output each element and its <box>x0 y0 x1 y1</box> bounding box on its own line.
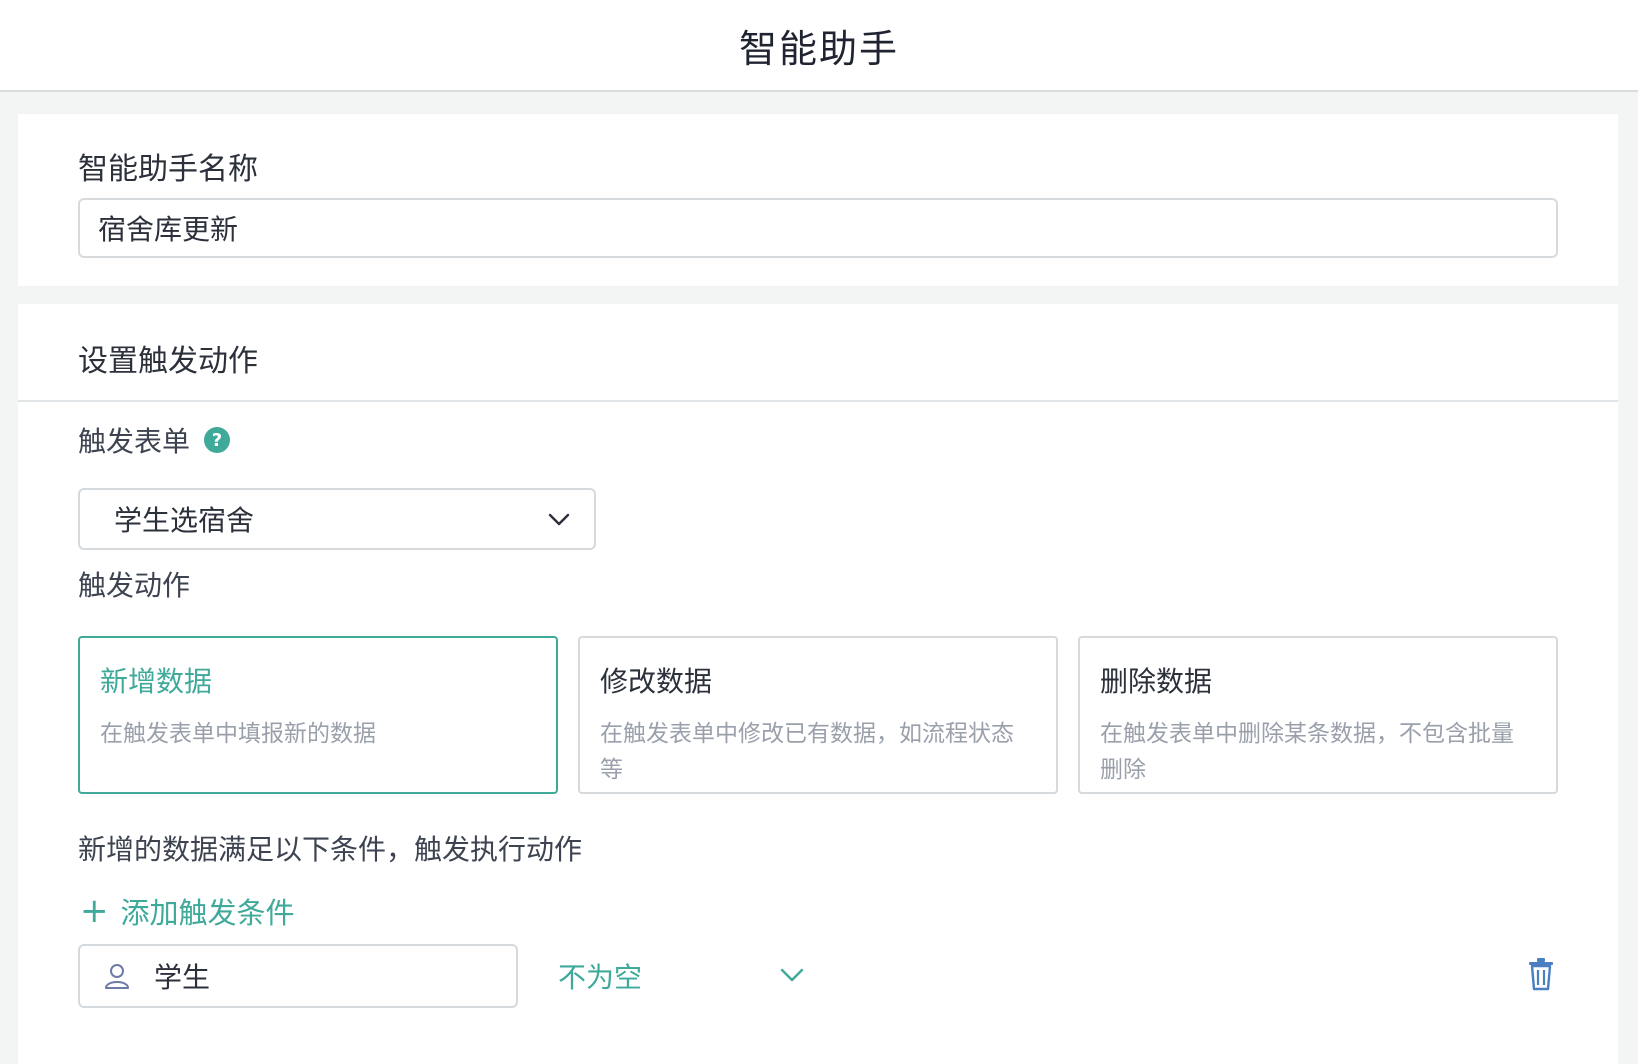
trigger-action-label: 触发动作 <box>78 569 191 602</box>
trigger-form-label: 触发表单 ? <box>78 420 231 460</box>
add-condition-label: 添加触发条件 <box>120 896 295 930</box>
trigger-card: 设置触发动作 触发表单 ? 学生选宿舍 触发动作 新增数据 在触发表单中填报新的… <box>18 304 1618 1064</box>
action-title: 修改数据 <box>600 665 713 698</box>
trigger-section-title: 设置触发动作 <box>78 344 258 379</box>
action-title: 删除数据 <box>1100 665 1213 698</box>
trigger-form-value: 学生选宿舍 <box>114 504 255 537</box>
condition-description: 新增的数据满足以下条件，触发执行动作 <box>78 833 583 866</box>
trigger-section-header: 设置触发动作 <box>18 304 1618 402</box>
page-header: 智能助手 <box>0 0 1638 92</box>
action-title: 新增数据 <box>100 665 213 698</box>
plus-icon: + <box>80 891 109 931</box>
action-card-delete[interactable]: 删除数据 在触发表单中删除某条数据，不包含批量删除 <box>1078 636 1558 794</box>
help-icon[interactable]: ? <box>204 427 231 453</box>
name-card: 智能助手名称 宿舍库更新 <box>18 114 1618 286</box>
chevron-down-icon <box>548 513 570 526</box>
action-desc: 在触发表单中修改已有数据，如流程状态等 <box>600 721 1014 783</box>
trigger-form-label-text: 触发表单 <box>78 425 191 458</box>
action-desc: 在触发表单中填报新的数据 <box>100 721 376 747</box>
action-card-create[interactable]: 新增数据 在触发表单中填报新的数据 <box>78 636 558 794</box>
condition-field-select[interactable]: 学生 <box>78 944 518 1008</box>
assistant-name-input[interactable]: 宿舍库更新 <box>78 198 1558 258</box>
trigger-form-select[interactable]: 学生选宿舍 <box>78 488 596 550</box>
add-condition-button[interactable]: + 添加触发条件 <box>80 890 295 932</box>
user-icon <box>105 964 129 989</box>
action-desc: 在触发表单中删除某条数据，不包含批量删除 <box>1100 721 1514 783</box>
assistant-name-label: 智能助手名称 <box>78 152 258 187</box>
condition-operator-value[interactable]: 不为空 <box>558 956 642 996</box>
chevron-down-icon[interactable] <box>778 960 806 988</box>
action-card-update[interactable]: 修改数据 在触发表单中修改已有数据，如流程状态等 <box>578 636 1058 794</box>
trash-icon[interactable] <box>1526 956 1556 992</box>
page-title: 智能助手 <box>738 26 899 71</box>
condition-field-value: 学生 <box>154 961 211 994</box>
